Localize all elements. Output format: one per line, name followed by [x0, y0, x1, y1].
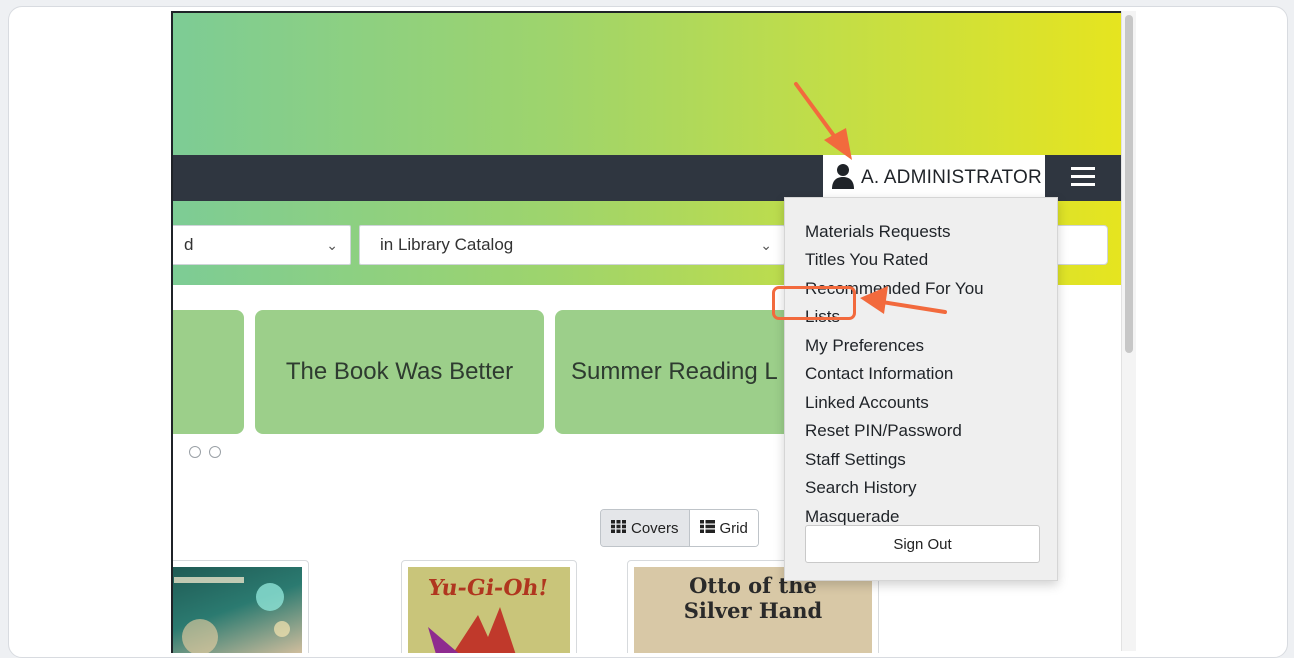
- user-icon: [831, 163, 855, 194]
- menu-item-titles-you-rated[interactable]: Titles You Rated: [805, 250, 928, 270]
- grid-label: Grid: [719, 519, 748, 537]
- menu-item-linked-accounts[interactable]: Linked Accounts: [805, 393, 929, 413]
- account-dropdown-menu: Materials Requests Titles You Rated Reco…: [784, 197, 1058, 581]
- menu-item-search-history[interactable]: Search History: [805, 478, 916, 498]
- browse-category-tile[interactable]: The Book Was Better: [255, 310, 544, 434]
- book-cover-image: [173, 567, 302, 653]
- carousel-dot[interactable]: [209, 446, 221, 458]
- search-type-select[interactable]: d ⌄: [173, 225, 351, 265]
- scrollbar-thumb[interactable]: [1125, 15, 1133, 353]
- book-cover-card[interactable]: Yu-Gi-Oh!: [401, 560, 577, 653]
- menu-item-masquerade[interactable]: Masquerade: [805, 507, 900, 527]
- sign-out-button[interactable]: Sign Out: [805, 525, 1040, 563]
- book-cover-card[interactable]: [173, 560, 309, 653]
- list-icon: [699, 519, 715, 537]
- hamburger-menu-button[interactable]: [1053, 155, 1113, 201]
- carousel-dot[interactable]: [189, 446, 201, 458]
- lists-highlight-box: [772, 286, 856, 320]
- browse-tile-label: Summer Reading L: [571, 358, 778, 385]
- th-icon: [611, 519, 626, 537]
- browser-viewport: A. ADMINISTRATOR d ⌄ in Library Catalog: [171, 11, 1123, 653]
- covers-label: Covers: [631, 519, 679, 537]
- account-menu-button[interactable]: A. ADMINISTRATOR: [823, 155, 1045, 201]
- chevron-down-icon: ⌄: [760, 237, 772, 253]
- search-type-value: d: [184, 235, 194, 254]
- account-name-label: A. ADMINISTRATOR: [861, 167, 1042, 188]
- menu-item-staff-settings[interactable]: Staff Settings: [805, 450, 906, 470]
- book-cover-subtitle: Silver Hand: [683, 598, 823, 623]
- header-banner: [173, 13, 1123, 155]
- vertical-scrollbar[interactable]: [1121, 11, 1136, 651]
- menu-item-contact-information[interactable]: Contact Information: [805, 364, 953, 384]
- search-scope-value: in Library Catalog: [380, 235, 514, 254]
- chevron-down-icon: ⌄: [326, 237, 338, 253]
- covers-view-button[interactable]: Covers: [601, 510, 690, 546]
- grid-view-button[interactable]: Grid: [689, 510, 758, 546]
- browse-tile-label: The Book Was Better: [285, 358, 514, 385]
- screenshot-frame: A. ADMINISTRATOR d ⌄ in Library Catalog: [8, 6, 1288, 658]
- view-toggle-group: Covers Grid: [600, 509, 759, 547]
- menu-item-materials-requests[interactable]: Materials Requests: [805, 222, 951, 242]
- menu-item-reset-pin-password[interactable]: Reset PIN/Password: [805, 421, 962, 441]
- book-cover-image: Yu-Gi-Oh!: [408, 567, 570, 653]
- menu-item-my-preferences[interactable]: My Preferences: [805, 336, 924, 356]
- search-scope-select[interactable]: in Library Catalog ⌄: [359, 225, 785, 265]
- top-navbar: A. ADMINISTRATOR: [173, 155, 1123, 201]
- browse-category-tile[interactable]: [173, 310, 244, 434]
- hamburger-menu-icon: [1071, 166, 1095, 191]
